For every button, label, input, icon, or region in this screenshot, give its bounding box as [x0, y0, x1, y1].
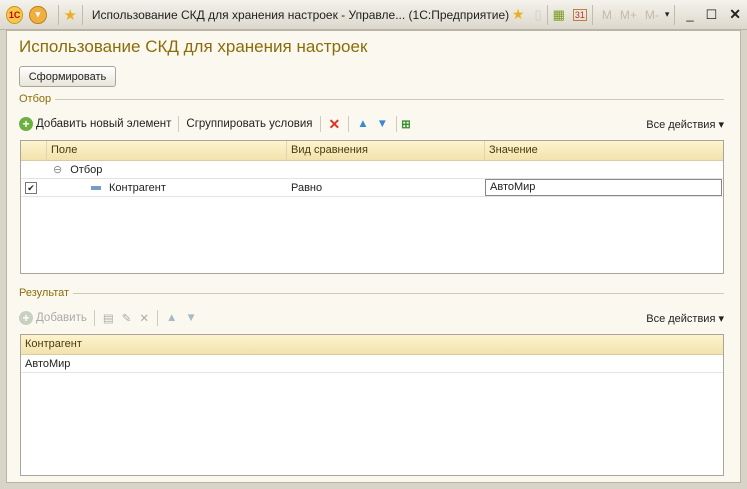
generate-button[interactable]: Сформировать: [19, 66, 116, 87]
table-header: Поле Вид сравнения Значение: [21, 141, 723, 161]
menu-dropdown-icon[interactable]: ▾: [29, 5, 47, 24]
calculator-icon[interactable]: ▦: [553, 7, 565, 23]
add-element-button[interactable]: + Добавить новый элемент: [19, 117, 174, 131]
root-label: Отбор: [70, 163, 103, 176]
result-group: Результат: [19, 287, 724, 299]
filter-table: Поле Вид сравнения Значение ⊖ Отбор ✔ Ко…: [20, 140, 724, 274]
window-title: Использование СКД для хранения настроек …: [91, 7, 510, 22]
move-up-icon[interactable]: ▲: [166, 312, 177, 324]
add-favorite-icon[interactable]: ★: [512, 6, 525, 23]
copy-icon[interactable]: ▤: [103, 311, 114, 325]
value-cell[interactable]: АвтоМир: [485, 179, 722, 196]
column-header-comparison[interactable]: Вид сравнения: [287, 141, 485, 160]
maximize-button[interactable]: ☐: [706, 7, 718, 23]
group-conditions-button[interactable]: Сгруппировать условия: [186, 118, 312, 130]
collapse-icon[interactable]: ⊖: [47, 163, 66, 176]
row-checkbox[interactable]: ✔: [25, 181, 37, 194]
filter-group-label: Отбор: [19, 93, 52, 105]
result-group-label: Результат: [19, 287, 70, 299]
plus-icon: +: [19, 117, 33, 131]
table-row[interactable]: АвтоМир: [21, 355, 723, 373]
page-title: Использование СКД для хранения настроек: [19, 37, 368, 56]
close-button[interactable]: ✕: [729, 6, 741, 23]
calendar-icon[interactable]: 31: [572, 8, 587, 21]
result-toolbar: + Добавить ▤ ✎ ✕ ▲ ▼ Все действия ▾: [19, 307, 724, 329]
result-all-actions-button[interactable]: Все действия ▾: [646, 312, 724, 325]
minimize-button[interactable]: _: [686, 7, 693, 22]
edit-icon[interactable]: ✎: [122, 311, 132, 325]
table-header: Контрагент: [21, 335, 723, 355]
title-bar: 1С ▾ ★ Использование СКД для хранения на…: [0, 0, 747, 30]
delete-icon[interactable]: ✕: [329, 116, 341, 133]
memory-m-button[interactable]: M: [602, 8, 612, 22]
result-table: Контрагент АвтоМир: [20, 334, 724, 476]
field-icon: [91, 185, 101, 190]
move-down-icon[interactable]: ▼: [185, 312, 196, 324]
settings-icon[interactable]: ⊞: [401, 117, 411, 131]
column-header-value[interactable]: Значение: [485, 141, 723, 160]
comparison-cell[interactable]: Равно: [287, 182, 485, 194]
form-window: Использование СКД для хранения настроек …: [6, 30, 741, 483]
delete-icon[interactable]: ✕: [139, 311, 149, 325]
result-add-button[interactable]: + Добавить: [19, 311, 90, 325]
1c-logo-icon[interactable]: 1С: [6, 5, 24, 24]
memory-plus-button[interactable]: M+: [620, 8, 637, 22]
table-row-root[interactable]: ⊖ Отбор: [21, 161, 723, 179]
move-down-icon[interactable]: ▼: [377, 118, 388, 130]
filter-group: Отбор: [19, 93, 724, 105]
more-dropdown-icon[interactable]: ▾: [665, 9, 670, 20]
field-cell: Контрагент: [109, 181, 166, 194]
plus-icon: +: [19, 311, 33, 325]
move-up-icon[interactable]: ▲: [357, 118, 368, 130]
filter-all-actions-button[interactable]: Все действия ▾: [646, 118, 724, 131]
counterparty-cell: АвтоМир: [25, 357, 71, 370]
memory-minus-button[interactable]: M-: [645, 8, 659, 22]
bookmark-icon[interactable]: ▯: [534, 7, 541, 23]
column-header-counterparty[interactable]: Контрагент: [21, 335, 723, 354]
favorites-star-icon[interactable]: ★: [64, 6, 77, 24]
table-row[interactable]: ✔ Контрагент Равно АвтоМир: [21, 179, 723, 197]
filter-toolbar: + Добавить новый элемент Сгруппировать ус…: [19, 113, 724, 135]
column-header-field[interactable]: Поле: [47, 141, 287, 160]
